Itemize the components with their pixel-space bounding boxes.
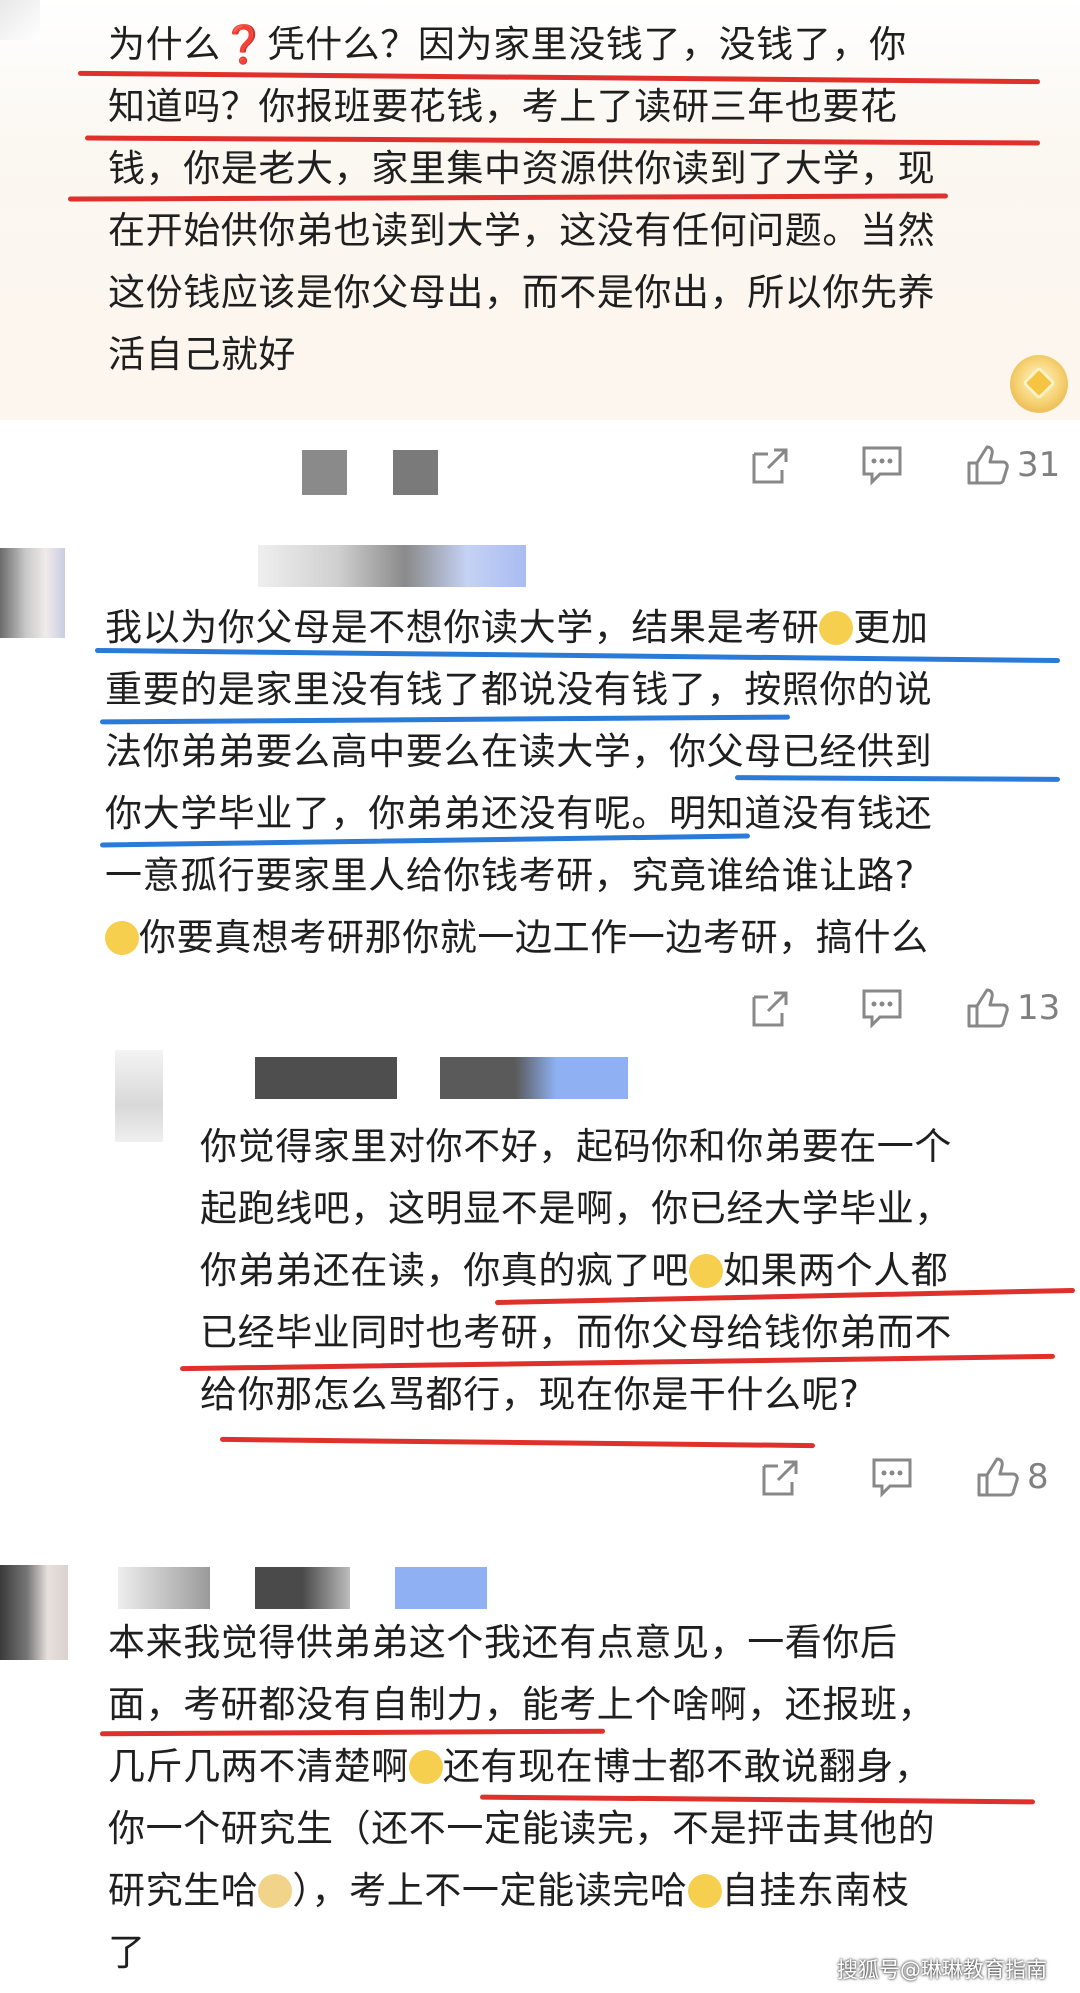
reply-button[interactable] <box>860 983 904 1033</box>
avatar <box>0 0 40 40</box>
avatar <box>0 548 65 638</box>
comment-line: 本来我觉得供弟弟这个我还有点意见，一看你后 <box>108 1621 898 1664</box>
comment-line: 你一个研究生（还不一定能读完，不是抨击其他的 <box>108 1807 936 1850</box>
hanging-emoji-icon <box>258 1874 293 1908</box>
comment-line: 钱，你是老大，家里集中资源供你读到了大学，现 <box>108 147 936 190</box>
blurred-username <box>302 450 347 495</box>
like-button[interactable]: 31 <box>965 440 1060 490</box>
blurred-username <box>393 450 438 495</box>
like-button[interactable]: 8 <box>975 1452 1049 1502</box>
comment-icon <box>872 1458 912 1498</box>
laughing-tears-emoji-icon <box>688 1254 723 1288</box>
blurred-username <box>440 1057 628 1099</box>
comment-line: 你要真想考研那你就一边工作一边考研，搞什么 <box>105 907 932 969</box>
share-button[interactable] <box>750 440 792 490</box>
comment-body: 你觉得家里对你不好，起码你和你弟要在一个 起跑线吧，这明显不是啊，你已经大学毕业… <box>200 1116 952 1426</box>
like-count: 31 <box>1017 445 1061 485</box>
comment-actions: 31 <box>750 440 1070 490</box>
like-count: 13 <box>1017 988 1061 1028</box>
reply-button[interactable] <box>860 440 904 490</box>
smile-emoji-icon <box>687 1874 722 1908</box>
like-button[interactable]: 13 <box>965 983 1060 1033</box>
avatar <box>115 1050 163 1142</box>
thumbs-up-icon <box>967 988 1009 1028</box>
blurred-username <box>118 1567 210 1609</box>
thumbs-up-icon <box>967 445 1009 485</box>
comment-line: 起跑线吧，这明显不是啊，你已经大学毕业， <box>200 1187 952 1230</box>
laughing-tears-emoji-icon <box>105 921 139 955</box>
red-underline <box>219 1436 816 1449</box>
comment-line: 知道吗？你报班要花钱，考上了读研三年也要花 <box>108 85 898 128</box>
share-icon <box>762 1460 798 1496</box>
smile-emoji-icon <box>408 1750 443 1784</box>
comment-line: 在开始供你弟也读到大学，这没有任何问题。当然 <box>108 209 936 252</box>
blurred-username <box>255 1057 397 1099</box>
comment-line: 面，考研都没有自制力，能考上个啥啊，还报班， <box>108 1683 936 1726</box>
comment-icon <box>862 989 902 1029</box>
like-count: 8 <box>1027 1457 1049 1497</box>
share-button[interactable] <box>750 983 792 1033</box>
share-button[interactable] <box>760 1452 802 1502</box>
watermark: 搜狐号@琳琳教育指南 <box>837 1958 1047 1982</box>
comment-icon <box>862 446 902 486</box>
comment-line: 法你弟弟要么高中要么在读大学，你父母已经供到 <box>105 730 933 773</box>
laughing-tears-emoji-icon <box>819 611 854 645</box>
comment-line: 你觉得家里对你不好，起码你和你弟要在一个 <box>200 1125 952 1168</box>
thumbs-up-icon <box>977 1457 1019 1497</box>
comment-line: 这份钱应该是你父母出，而不是你出，所以你先养 <box>108 271 936 314</box>
avatar <box>0 1565 68 1660</box>
comment-line: 几斤几两不清楚啊 还有现在博士都不敢说翻身， <box>108 1745 932 1788</box>
blurred-username <box>258 545 526 587</box>
blurred-username <box>395 1567 487 1609</box>
comment-actions: 13 <box>750 983 1070 1033</box>
medal-badge-icon <box>1010 355 1068 413</box>
comment-actions: 8 <box>760 1452 1070 1502</box>
comment-line: 一意孤行要家里人给你钱考研，究竟谁给谁让路? <box>105 854 915 897</box>
comment-line: 了 <box>108 1931 146 1974</box>
share-icon <box>752 991 788 1027</box>
reply-button[interactable] <box>870 1452 914 1502</box>
comment-line: 活自己就好 <box>108 333 296 376</box>
share-icon <box>752 448 788 484</box>
comment-line: 为什么❓凭什么？因为家里没钱了，没钱了，你 <box>108 23 907 66</box>
comment-line: 重要的是家里没有钱了都说没有钱了，按照你的说 <box>105 668 933 711</box>
comment-line: 研究生哈 ），考上不一定能读完哈 自挂东南枝 <box>108 1869 910 1912</box>
comment-line: 给你那怎么骂都行，现在你是干什么呢? <box>200 1373 860 1416</box>
blurred-username <box>255 1567 350 1609</box>
comment-line: 已经毕业同时也考研，而你父母给钱你弟而不 <box>200 1311 952 1354</box>
